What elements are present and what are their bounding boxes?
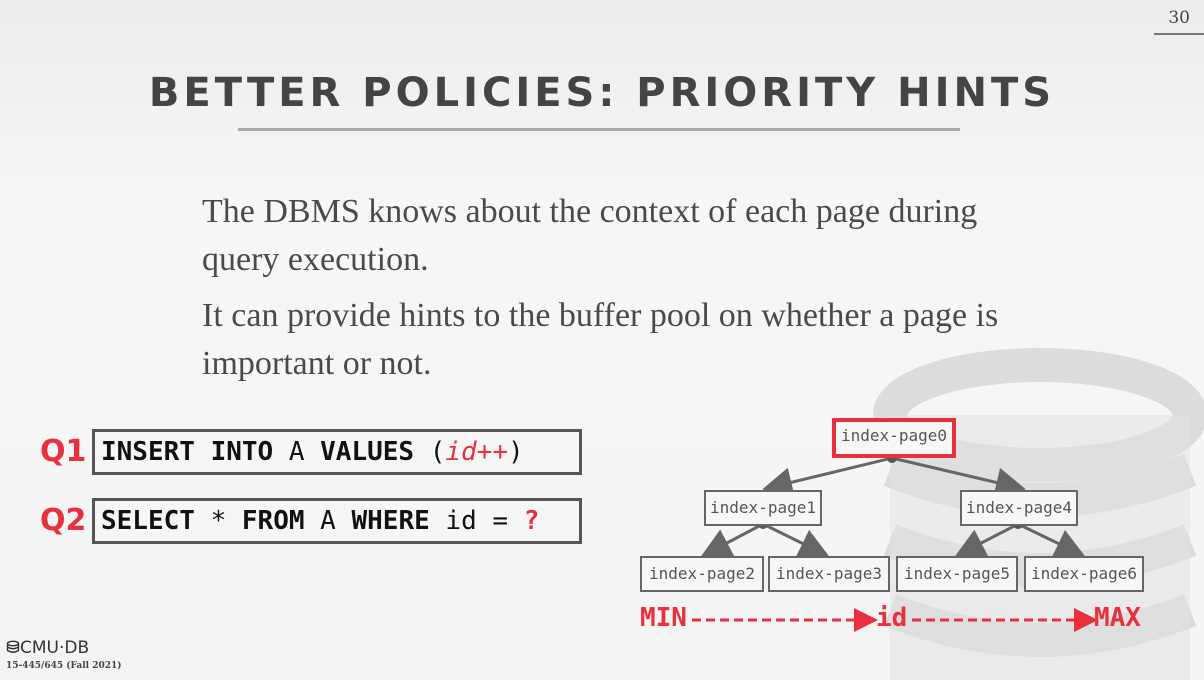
axis-min-label: MIN [640,603,687,633]
axis-max-label: MAX [1094,603,1141,633]
tree-node-leaf: index-page2 [640,556,764,592]
tree-node-root: index-page0 [832,418,956,458]
database-icon [6,640,20,653]
logo-text: CMU·DB [20,638,90,658]
tree-node-level1: index-page4 [960,490,1078,526]
tree-node-leaf: index-page5 [896,556,1018,592]
course-label: 15-445/645 (Fall 2021) [6,661,122,671]
tree-node-leaf: index-page6 [1024,556,1144,592]
cmu-db-logo: CMU·DB [6,638,89,658]
tree-node-level1: index-page1 [704,490,822,526]
axis-id-label: id [876,603,908,633]
tree-node-leaf: index-page3 [768,556,890,592]
